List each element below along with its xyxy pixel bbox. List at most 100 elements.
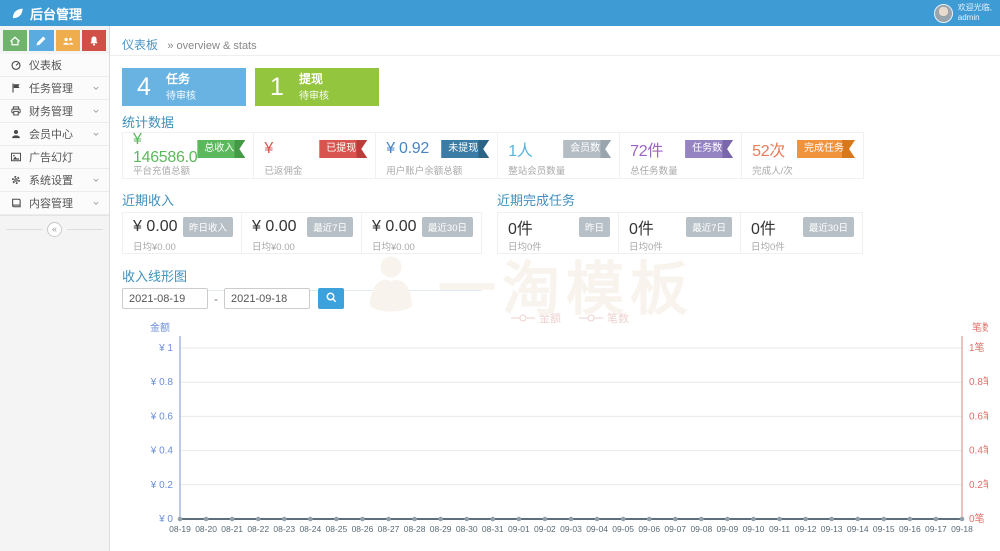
date-to-input[interactable] [224, 288, 310, 309]
notice-tile-tasks-pending[interactable]: 4任务待审核 [122, 68, 246, 106]
tasks-card-1: 0件 最近7日日均0件 [619, 212, 741, 254]
notice-tile-withdraw-pending[interactable]: 1提现待审核 [255, 68, 379, 106]
sidebar-item-content[interactable]: 内容管理 [0, 192, 109, 215]
chevron-down-icon [91, 83, 101, 93]
card-subtitle: 日均0件 [629, 239, 732, 253]
sidebar-item-members[interactable]: 会员中心 [0, 123, 109, 146]
breadcrumb-section-link[interactable]: 仪表板 [122, 38, 158, 52]
top-header-bar: 后台管理 欢迎光临, admin [0, 0, 1000, 26]
svg-text:09-12: 09-12 [795, 524, 817, 534]
svg-text:0.8笔: 0.8笔 [969, 375, 988, 388]
app-title: 后台管理 [30, 4, 82, 23]
search-button[interactable] [318, 288, 344, 309]
notice-title: 任务 [166, 72, 196, 86]
pencil-icon-button[interactable] [29, 30, 53, 51]
stat-subtitle: 完成人/次 [752, 163, 855, 177]
svg-text:08-30: 08-30 [456, 524, 478, 534]
svg-text:08-24: 08-24 [299, 524, 321, 534]
svg-text:08-26: 08-26 [352, 524, 374, 534]
svg-text:09-05: 09-05 [612, 524, 634, 534]
card-value: ¥ 0.00 [372, 218, 416, 236]
sidebar-collapse-row: « [0, 216, 109, 243]
svg-text:08-27: 08-27 [378, 524, 400, 534]
svg-text:09-15: 09-15 [873, 524, 895, 534]
card-badge: 昨日收入 [183, 217, 233, 237]
svg-text:08-31: 08-31 [482, 524, 504, 534]
stat-value: 1人 [508, 137, 532, 161]
stat-card-total-income: ¥ 146586.0总收入平台充值总额 [123, 133, 254, 178]
svg-text:¥ 0.2: ¥ 0.2 [150, 480, 174, 491]
breadcrumb-path: » overview & stats [167, 40, 256, 52]
card-badge: 最近7日 [686, 217, 732, 237]
stat-card-user-balance: ¥ 0.92未提现用户账户余额总额 [376, 133, 498, 178]
chevron-down-icon [91, 106, 101, 116]
sidebar-item-label: 任务管理 [29, 80, 84, 96]
svg-text:08-25: 08-25 [326, 524, 348, 534]
card-value: 0件 [508, 215, 533, 239]
sidebar-item-settings[interactable]: 系统设置 [0, 169, 109, 192]
svg-text:0.6笔: 0.6笔 [969, 409, 988, 422]
svg-text:09-13: 09-13 [821, 524, 843, 534]
date-range-controls: - [122, 288, 344, 309]
date-from-input[interactable] [122, 288, 208, 309]
app-logo[interactable]: 后台管理 [10, 4, 82, 23]
chevron-down-icon [91, 175, 101, 185]
income-card-0: ¥ 0.00昨日收入日均¥0.00 [122, 212, 242, 254]
svg-text:09-06: 09-06 [638, 524, 660, 534]
sidebar: 仪表板任务管理财务管理会员中心广告幻灯系统设置内容管理 « [0, 26, 110, 551]
svg-text:09-08: 09-08 [690, 524, 712, 534]
card-subtitle: 日均0件 [751, 239, 854, 253]
svg-text:09-07: 09-07 [664, 524, 686, 534]
notice-count: 1 [255, 73, 299, 102]
users-icon-button[interactable] [56, 30, 80, 51]
sidebar-item-ads[interactable]: 广告幻灯 [0, 146, 109, 169]
notice-subtitle: 待审核 [299, 87, 329, 102]
leaf-icon [10, 6, 25, 21]
gauge-icon [10, 59, 22, 71]
svg-text:09-02: 09-02 [534, 524, 556, 534]
svg-text:0.2笔: 0.2笔 [969, 478, 988, 491]
svg-text:¥ 1: ¥ 1 [158, 343, 173, 354]
card-subtitle: 日均¥0.00 [133, 239, 233, 253]
svg-text:08-28: 08-28 [404, 524, 426, 534]
stat-card-completed-count: 52次完成任务完成人/次 [742, 133, 863, 178]
stat-value: 72件 [630, 137, 663, 161]
svg-text:09-09: 09-09 [717, 524, 739, 534]
stat-value: ¥ [264, 140, 273, 158]
stat-badge: 任务数 [685, 140, 733, 158]
notice-tiles: 4任务待审核1提现待审核 [122, 68, 379, 106]
svg-text:08-22: 08-22 [247, 524, 269, 534]
card-subtitle: 日均¥0.00 [372, 239, 473, 253]
chart-canvas: ¥ 11笔¥ 0.80.8笔¥ 0.60.6笔¥ 0.40.4笔¥ 0.20.2… [122, 322, 988, 540]
card-subtitle: 日均0件 [508, 239, 610, 253]
svg-text:笔数: 笔数 [972, 322, 988, 334]
bell-icon-button[interactable] [82, 30, 106, 51]
image-icon [10, 151, 22, 163]
sidebar-item-label: 内容管理 [29, 195, 84, 211]
svg-text:08-29: 08-29 [430, 524, 452, 534]
card-value: 0件 [629, 215, 654, 239]
collapse-sidebar-button[interactable]: « [47, 222, 62, 237]
sidebar-item-dashboard[interactable]: 仪表板 [0, 54, 109, 77]
svg-text:09-14: 09-14 [847, 524, 869, 534]
income-line-chart: ¥ 11笔¥ 0.80.8笔¥ 0.60.6笔¥ 0.40.4笔¥ 0.20.2… [122, 322, 988, 545]
notice-count: 4 [122, 73, 166, 102]
sidebar-menu: 仪表板任务管理财务管理会员中心广告幻灯系统设置内容管理 [0, 54, 109, 216]
user-box[interactable]: 欢迎光临, admin [934, 3, 992, 23]
stat-card-member-count: 1人会员数整站会员数量 [498, 133, 620, 178]
sidebar-item-tasks[interactable]: 任务管理 [0, 77, 109, 100]
notice-subtitle: 待审核 [166, 87, 196, 102]
sidebar-item-finance[interactable]: 财务管理 [0, 100, 109, 123]
notice-title: 提现 [299, 72, 329, 86]
gear-icon [10, 174, 22, 186]
svg-text:08-23: 08-23 [273, 524, 295, 534]
user-icon [10, 128, 22, 140]
home-icon-button[interactable] [3, 30, 27, 51]
stat-badge: 已提现 [319, 140, 367, 158]
printer-icon [10, 105, 22, 117]
avatar[interactable] [934, 4, 953, 23]
recent-income-row: ¥ 0.00昨日收入日均¥0.00¥ 0.00最近7日日均¥0.00¥ 0.00… [122, 212, 482, 254]
admin-dashboard-page: 后台管理 欢迎光临, admin 仪表板任务管理财务管理会员中心广告幻灯系统设置… [0, 0, 1000, 551]
sidebar-item-label: 系统设置 [29, 172, 84, 188]
svg-text:09-03: 09-03 [560, 524, 582, 534]
